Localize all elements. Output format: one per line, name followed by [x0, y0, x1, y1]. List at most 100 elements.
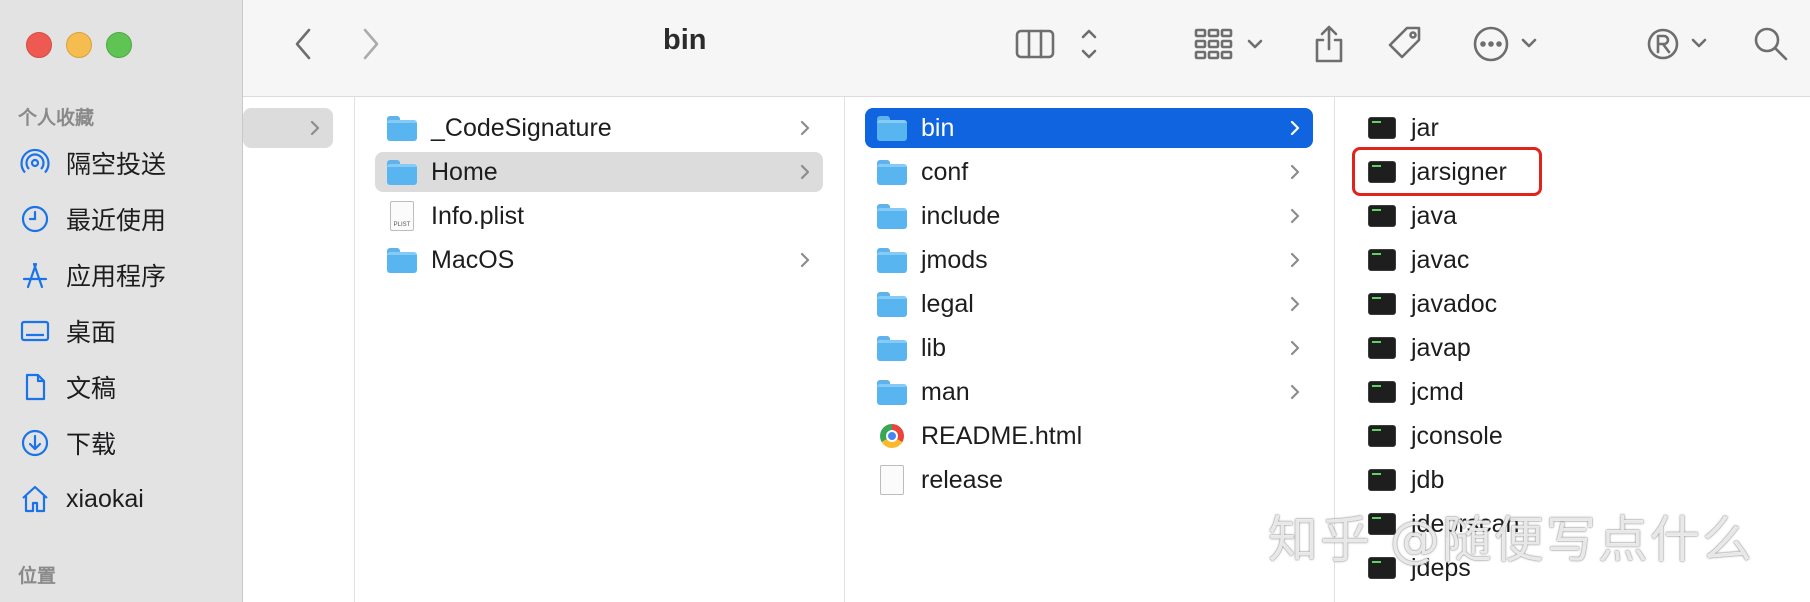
sidebar-item-label: 应用程序 — [66, 263, 167, 291]
desktop-icon — [20, 316, 50, 346]
item-name: jar — [1411, 113, 1439, 142]
list-item[interactable]: legal — [865, 284, 1313, 324]
sidebar-item-label: 最近使用 — [66, 207, 167, 235]
back-button[interactable] — [283, 22, 323, 66]
item-name: java — [1411, 201, 1457, 230]
folder-icon — [875, 199, 909, 233]
window-title: bin — [663, 24, 707, 56]
list-item[interactable]: release — [865, 460, 1313, 500]
column-contents: _CodeSignature Home PLIST Info.plist Mac… — [355, 97, 845, 602]
chevron-right-icon — [1290, 384, 1300, 400]
item-name: jmods — [921, 245, 988, 274]
sidebar-item-desktop[interactable]: 桌面 — [20, 311, 116, 351]
search-icon — [1754, 27, 1788, 61]
item-name: Home — [431, 157, 498, 186]
chevron-right-icon — [1290, 296, 1300, 312]
item-name: conf — [921, 157, 969, 186]
tags-button[interactable] — [1383, 22, 1427, 66]
sidebar-item-home[interactable]: xiaokai — [20, 479, 144, 519]
list-item[interactable]: jcmd — [1355, 372, 1795, 412]
item-name: javap — [1411, 333, 1471, 362]
sidebar-item-label: 隔空投送 — [66, 151, 167, 179]
item-name: MacOS — [431, 245, 515, 274]
toolbar: bin — [243, 0, 1810, 97]
view-mode-button[interactable] — [1013, 22, 1103, 66]
list-item-selected[interactable]: bin — [865, 108, 1313, 148]
item-name: jdb — [1411, 465, 1445, 494]
locations-heading: 位置 — [18, 566, 57, 587]
minimize-window-button[interactable] — [66, 32, 92, 58]
chevron-left-icon — [295, 28, 311, 60]
sidebar-item-applications[interactable]: 应用程序 — [20, 255, 166, 295]
chevron-right-icon — [800, 252, 810, 268]
chevron-right-icon — [310, 120, 320, 136]
item-name: javadoc — [1411, 289, 1498, 318]
chevron-right-icon — [363, 28, 379, 60]
list-item[interactable]: java — [1355, 196, 1795, 236]
sidebar-item-label: 文稿 — [66, 375, 117, 403]
list-item-selected[interactable] — [243, 108, 333, 148]
list-item[interactable]: README.html — [865, 416, 1313, 456]
folder-icon — [875, 111, 909, 145]
chevron-right-icon — [1290, 164, 1300, 180]
terminal-exec-icon — [1365, 419, 1399, 453]
sidebar-item-label: 桌面 — [66, 319, 117, 347]
ellipsis-circle-icon — [1473, 26, 1537, 62]
document-icon — [20, 372, 50, 402]
terminal-exec-icon — [1365, 331, 1399, 365]
list-item[interactable]: jmods — [865, 240, 1313, 280]
sidebar-item-label: xiaokai — [66, 484, 144, 513]
forward-button[interactable] — [351, 22, 391, 66]
terminal-exec-icon — [1365, 287, 1399, 321]
folder-icon — [875, 287, 909, 321]
list-item[interactable]: man — [865, 372, 1313, 412]
item-name: _CodeSignature — [431, 113, 612, 142]
terminal-exec-icon — [1365, 111, 1399, 145]
chevron-right-icon — [800, 164, 810, 180]
blank-file-icon — [875, 463, 909, 497]
list-item[interactable]: lib — [865, 328, 1313, 368]
list-item-selected[interactable]: Home — [375, 152, 823, 192]
terminal-exec-icon — [1365, 199, 1399, 233]
extension-button[interactable] — [1643, 22, 1715, 66]
list-item[interactable]: jconsole — [1355, 416, 1795, 456]
list-item[interactable]: javadoc — [1355, 284, 1795, 324]
more-actions-button[interactable] — [1471, 22, 1545, 66]
list-item[interactable]: include — [865, 196, 1313, 236]
columns-view-icon — [1015, 29, 1097, 59]
watermark: 知乎 @随便写点什么 — [1268, 511, 1754, 569]
list-item[interactable]: PLIST Info.plist — [375, 196, 823, 236]
list-item[interactable]: MacOS — [375, 240, 823, 280]
zoom-window-button[interactable] — [106, 32, 132, 58]
chevron-right-icon — [1290, 252, 1300, 268]
home-icon — [20, 484, 50, 514]
list-item[interactable]: _CodeSignature — [375, 108, 823, 148]
sidebar-item-documents[interactable]: 文稿 — [20, 367, 116, 407]
sidebar-item-downloads[interactable]: 下载 — [20, 423, 116, 463]
item-name: jconsole — [1411, 421, 1503, 450]
share-button[interactable] — [1309, 22, 1349, 66]
registered-icon — [1647, 28, 1707, 60]
item-name: bin — [921, 113, 955, 142]
plist-file-icon: PLIST — [385, 199, 419, 233]
chevron-right-icon — [1290, 120, 1300, 136]
list-item[interactable]: jdb — [1355, 460, 1795, 500]
sidebar-item-airdrop[interactable]: 隔空投送 — [20, 143, 166, 183]
column-parent — [243, 97, 355, 602]
list-item[interactable]: conf — [865, 152, 1313, 192]
chevron-right-icon — [1290, 340, 1300, 356]
grid-group-icon — [1194, 28, 1263, 60]
sidebar-item-recents[interactable]: 最近使用 — [20, 199, 166, 239]
clock-icon — [20, 204, 50, 234]
terminal-exec-icon — [1365, 375, 1399, 409]
annotation-highlight-box — [1352, 147, 1542, 196]
item-name: Info.plist — [431, 201, 525, 230]
group-button[interactable] — [1193, 22, 1267, 66]
sidebar: 个人收藏 隔空投送 最近使用 应用程序 桌面 文稿 下载 xiaokai 位置 — [0, 0, 243, 602]
list-item[interactable]: javac — [1355, 240, 1795, 280]
list-item[interactable]: javap — [1355, 328, 1795, 368]
search-button[interactable] — [1749, 22, 1793, 66]
folder-icon — [875, 243, 909, 277]
close-window-button[interactable] — [26, 32, 52, 58]
list-item[interactable]: jar — [1355, 108, 1795, 148]
